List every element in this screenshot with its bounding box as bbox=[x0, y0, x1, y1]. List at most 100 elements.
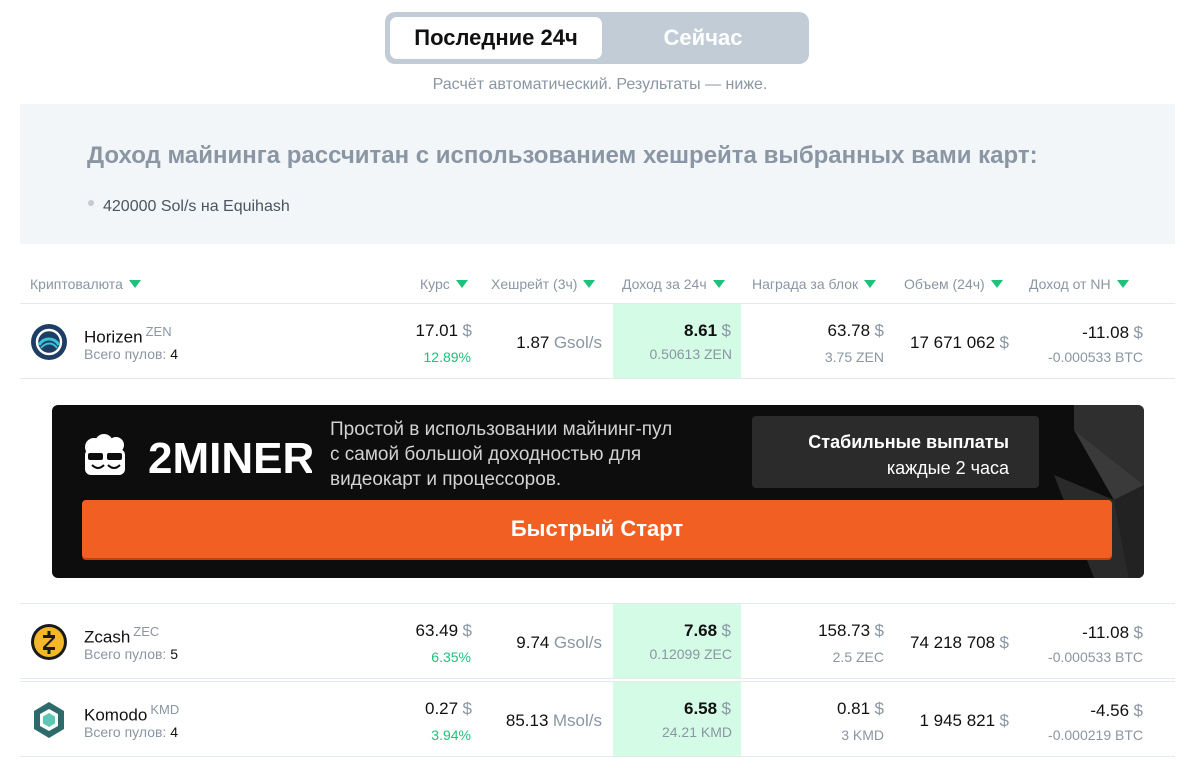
coin-name-text: Zcash bbox=[84, 627, 131, 647]
volume-cell: 1 945 821 $ bbox=[919, 711, 1009, 731]
reward-cell: 0.81 $ bbox=[837, 699, 884, 719]
reward-cell: 63.78 $ bbox=[828, 321, 884, 341]
income-highlight bbox=[613, 682, 741, 756]
income-cell: 8.61 $ bbox=[684, 321, 731, 341]
hashrate-summary: Доход майнинга рассчитан с использование… bbox=[20, 104, 1175, 244]
income-coin: 0.12099 ZEC bbox=[650, 646, 733, 664]
currency-sign: $ bbox=[721, 621, 731, 640]
table-row[interactable]: Zcash ZEC Всего пулов: 5 63.49 $ 6.35% 9.… bbox=[20, 603, 1175, 679]
currency-sign: $ bbox=[999, 711, 1009, 730]
col-income-header[interactable]: Доход за 24ч bbox=[622, 276, 725, 292]
coin-ticker: ZEN bbox=[145, 324, 172, 339]
change-value: 12.89% bbox=[423, 349, 471, 365]
pools-count: Всего пулов: 5 bbox=[84, 646, 178, 662]
nh-btc: -0.000533 BTC bbox=[1048, 649, 1143, 667]
currency-sign: $ bbox=[462, 621, 472, 640]
price-cell: 17.01 $ bbox=[416, 321, 472, 341]
nh-btc-value: -0.000533 BTC bbox=[1048, 349, 1143, 365]
nh-btc: -0.000533 BTC bbox=[1048, 349, 1143, 367]
reward-coin: 2.5 ZEC bbox=[833, 649, 884, 667]
currency-sign: $ bbox=[874, 699, 884, 718]
nh-value: -4.56 bbox=[1090, 701, 1130, 720]
col-volume-header[interactable]: Объем (24ч) bbox=[904, 276, 1003, 292]
col-crypto-header[interactable]: Криптовалюта bbox=[30, 276, 141, 292]
nh-value: -11.08 bbox=[1082, 323, 1130, 342]
volume-value: 17 671 062 bbox=[909, 333, 996, 352]
reward-cell: 158.73 $ bbox=[818, 621, 884, 641]
currency-sign: $ bbox=[462, 321, 472, 340]
coin-name-text: Horizen bbox=[84, 327, 143, 347]
table-row[interactable]: Horizen ZEN Всего пулов: 4 17.01 $ 12.89%… bbox=[20, 303, 1175, 379]
col-label: Объем (24ч) bbox=[904, 276, 985, 292]
payout-line-2: каждые 2 часа bbox=[886, 458, 1009, 478]
nh-cell: -4.56 $ bbox=[1090, 701, 1143, 721]
reward-coin-value: 3.75 ZEN bbox=[824, 349, 884, 365]
sort-arrow-icon bbox=[1116, 280, 1129, 288]
coin-name[interactable]: Horizen ZEN bbox=[84, 324, 172, 348]
col-hashrate-header[interactable]: Хешрейт (3ч) bbox=[491, 276, 596, 292]
currency-sign: $ bbox=[1133, 623, 1143, 642]
pools-count: Всего пулов: 4 bbox=[84, 724, 178, 740]
payout-line-1: Стабильные выплаты bbox=[808, 432, 1009, 452]
income-coin-value: 0.12099 ZEC bbox=[649, 646, 733, 662]
hashrate-unit: Gsol/s bbox=[553, 633, 602, 652]
nh-cell: -11.08 $ bbox=[1082, 323, 1143, 343]
col-label: Награда за блок bbox=[752, 276, 859, 292]
currency-sign: $ bbox=[999, 633, 1009, 652]
nh-value: -11.08 bbox=[1082, 623, 1130, 642]
col-nh-header[interactable]: Доход от NH bbox=[1029, 276, 1129, 292]
hashrate-unit: Msol/s bbox=[552, 711, 602, 730]
reward-coin: 3.75 ZEN bbox=[825, 349, 884, 367]
table-header: Криптовалюта Курс Хешрейт (3ч) Доход за … bbox=[20, 270, 1175, 300]
sort-arrow-icon bbox=[455, 280, 468, 288]
pools-label: Всего пулов: bbox=[84, 346, 167, 362]
sort-arrow-icon bbox=[128, 280, 141, 288]
nh-btc-value: -0.000533 BTC bbox=[1048, 649, 1143, 665]
currency-sign: $ bbox=[874, 621, 884, 640]
hashrate-value: 9.74 bbox=[516, 633, 550, 652]
tab-now[interactable]: Сейчас bbox=[602, 17, 804, 59]
reward-coin: 3 KMD bbox=[841, 727, 884, 745]
tab-last-24h[interactable]: Последние 24ч bbox=[390, 17, 602, 59]
coin-ticker: ZEC bbox=[133, 624, 160, 639]
sort-arrow-icon bbox=[712, 280, 725, 288]
zcash-logo-icon bbox=[31, 624, 67, 660]
price-change: 3.94% bbox=[431, 727, 471, 745]
nh-btc: -0.000219 BTC bbox=[1048, 727, 1143, 745]
col-label: Курс bbox=[420, 276, 450, 292]
reward-value: 0.81 bbox=[836, 699, 871, 718]
col-rate-header[interactable]: Курс bbox=[420, 276, 468, 292]
coin-name[interactable]: Zcash ZEC bbox=[84, 624, 159, 648]
quick-start-button[interactable]: Быстрый Старт bbox=[82, 500, 1112, 558]
volume-cell: 17 671 062 $ bbox=[910, 333, 1009, 353]
col-label: Криптовалюта bbox=[30, 276, 123, 292]
col-label: Хешрейт (3ч) bbox=[491, 276, 578, 292]
income-coin-value: 0.50613 ZEN bbox=[649, 346, 733, 362]
income-cell: 7.68 $ bbox=[684, 621, 731, 641]
income-value: 6.58 bbox=[683, 699, 718, 718]
sort-arrow-icon bbox=[864, 280, 877, 288]
coin-name-text: Komodo bbox=[84, 705, 148, 725]
bullet-dot bbox=[88, 200, 94, 206]
hashrate-cell: 85.13 Msol/s bbox=[506, 711, 602, 731]
volume-value: 74 218 708 bbox=[909, 633, 996, 652]
income-highlight bbox=[613, 304, 741, 378]
hashrate-value: 1.87 bbox=[516, 333, 550, 352]
pools-value: 5 bbox=[170, 646, 178, 662]
col-reward-header[interactable]: Награда за блок bbox=[752, 276, 877, 292]
currency-sign: $ bbox=[721, 321, 731, 340]
pools-label: Всего пулов: bbox=[84, 724, 167, 740]
table-row[interactable]: Komodo KMD Всего пулов: 4 0.27 $ 3.94% 85… bbox=[20, 681, 1175, 757]
price-value: 17.01 bbox=[415, 321, 459, 340]
banner-description: Простой в использовании майнинг-пул с са… bbox=[330, 419, 673, 490]
2miners-logo-icon: 2MINERS bbox=[85, 434, 312, 481]
price-cell: 0.27 $ bbox=[425, 699, 472, 719]
ad-banner-2miners[interactable]: 2MINERS Простой в использовании майнинг-… bbox=[52, 405, 1144, 578]
pools-value: 4 bbox=[170, 724, 178, 740]
price-cell: 63.49 $ bbox=[416, 621, 472, 641]
coin-name[interactable]: Komodo KMD bbox=[84, 702, 179, 726]
sort-arrow-icon bbox=[990, 280, 1003, 288]
col-label: Доход за 24ч bbox=[622, 276, 707, 292]
summary-headline: Доход майнинга рассчитан с использование… bbox=[87, 142, 1038, 169]
price-change: 12.89% bbox=[424, 349, 471, 367]
